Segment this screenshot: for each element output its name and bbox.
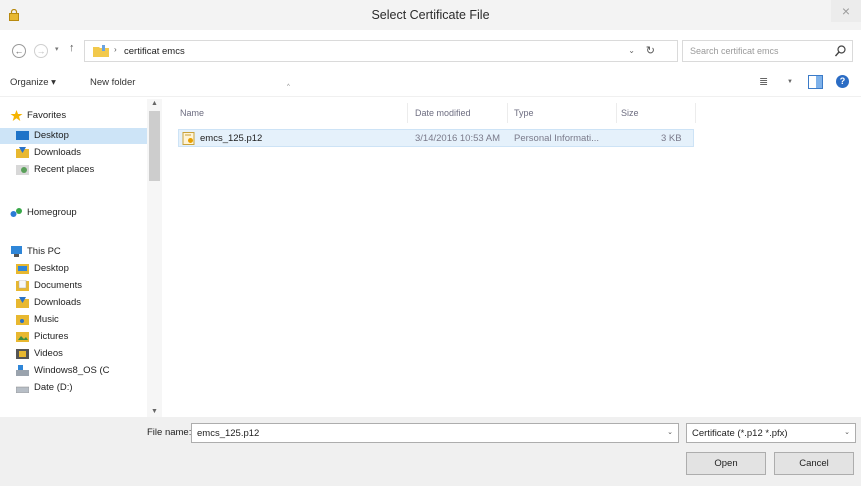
computer-icon <box>11 246 22 257</box>
preview-pane-icon[interactable] <box>808 75 823 89</box>
recent-locations-button[interactable]: ▾ <box>55 45 59 53</box>
sidebar-item-this-pc[interactable]: This PC <box>0 244 147 260</box>
sidebar-item-label: Homegroup <box>27 207 77 218</box>
sidebar-item-label: Recent places <box>34 164 95 175</box>
documents-icon <box>16 280 29 291</box>
sidebar-item-music[interactable]: Music <box>0 312 147 328</box>
homegroup-icon <box>10 208 22 217</box>
help-icon[interactable]: ? <box>836 75 849 88</box>
command-bar: Organize ▾ New folder ≣ ▼ ? <box>0 69 861 97</box>
address-dropdown-button[interactable]: ⌄ <box>628 46 635 55</box>
drive-icon <box>16 386 29 393</box>
file-list: Name Date modified Type Size emcs_125.p1… <box>170 99 861 417</box>
sidebar-item-d-drive[interactable]: Date (D:) <box>0 380 147 396</box>
music-icon <box>16 315 29 325</box>
sidebar-item-label: Pictures <box>34 331 69 342</box>
up-button[interactable]: ↑ <box>69 42 75 54</box>
address-row: ← → ▾ ↑ › certificat emcs ⌄ ↻ Search cer… <box>0 36 861 66</box>
column-header-name[interactable]: Name <box>180 108 204 118</box>
address-bar[interactable]: › certificat emcs ⌄ ↻ <box>84 40 678 62</box>
drive-icon <box>16 365 29 376</box>
file-type-filter-value: Certificate (*.p12 *.pfx) <box>692 428 788 439</box>
sort-indicator-icon: ^ <box>287 84 290 90</box>
view-dropdown-icon[interactable]: ▼ <box>787 79 793 85</box>
file-name-label: File name: <box>147 427 192 438</box>
sidebar-item-recent-places[interactable]: Recent places <box>0 162 147 178</box>
forward-button[interactable]: → <box>34 44 48 58</box>
breadcrumb-separator: › <box>114 45 117 54</box>
sidebar-item-label: Downloads <box>34 297 81 308</box>
file-row[interactable]: emcs_125.p12 3/14/2016 10:53 AM Personal… <box>178 129 694 147</box>
column-divider[interactable] <box>507 103 508 123</box>
sidebar-item-label: Date (D:) <box>34 382 73 393</box>
search-placeholder: Search certificat emcs <box>690 46 779 56</box>
sidebar-item-homegroup[interactable]: Homegroup <box>0 205 147 221</box>
column-header-type[interactable]: Type <box>514 108 534 118</box>
file-name-value: emcs_125.p12 <box>197 428 260 439</box>
scroll-down-icon[interactable]: ▼ <box>151 408 158 415</box>
file-name-field[interactable]: emcs_125.p12 ⌄ <box>191 423 679 443</box>
sidebar-item-label: Documents <box>34 280 83 291</box>
column-header-size[interactable]: Size <box>621 108 639 118</box>
change-view-icon[interactable]: ≣ <box>759 75 768 88</box>
sidebar-scrollbar[interactable]: ▲ ▼ <box>147 99 162 417</box>
downloads-icon <box>16 297 29 308</box>
refresh-button[interactable]: ↻ <box>646 44 655 57</box>
breadcrumb-current-folder[interactable]: certificat emcs <box>124 46 185 57</box>
sidebar-item-documents[interactable]: Documents <box>0 278 147 294</box>
new-folder-button[interactable]: New folder <box>90 77 135 88</box>
file-name: emcs_125.p12 <box>200 133 263 144</box>
chevron-down-icon[interactable]: ⌄ <box>844 428 850 436</box>
sidebar-item-label: Music <box>34 314 59 325</box>
column-header-date-modified[interactable]: Date modified <box>415 108 471 118</box>
videos-icon <box>16 349 29 359</box>
chevron-down-icon[interactable]: ⌄ <box>667 428 673 436</box>
sidebar-item-favorites[interactable]: Favorites <box>0 108 147 124</box>
sidebar-item-c-drive[interactable]: Windows8_OS (C <box>0 363 147 379</box>
star-icon <box>10 110 23 121</box>
sidebar-item-label: This PC <box>27 246 61 257</box>
window-title: Select Certificate File <box>371 8 490 22</box>
desktop-icon <box>16 131 29 140</box>
sidebar-item-pictures[interactable]: Pictures <box>0 329 147 345</box>
downloads-icon <box>16 147 29 158</box>
navigation-pane: Favorites Desktop Downloads Recent place… <box>0 99 162 417</box>
file-size: 3 KB <box>661 133 682 144</box>
search-input[interactable]: Search certificat emcs <box>682 40 853 62</box>
file-type: Personal Informati... <box>514 133 600 144</box>
folder-icon <box>93 45 109 57</box>
organize-menu-button[interactable]: Organize ▾ <box>10 77 56 88</box>
back-button[interactable]: ← <box>12 44 26 58</box>
file-type-filter-select[interactable]: Certificate (*.p12 *.pfx) ⌄ <box>686 423 856 443</box>
sidebar-item-pc-downloads[interactable]: Downloads <box>0 295 147 311</box>
sidebar-item-desktop[interactable]: Desktop <box>0 128 147 144</box>
scroll-thumb[interactable] <box>149 111 160 181</box>
column-divider[interactable] <box>407 103 408 123</box>
sidebar-item-label: Windows8_OS (C <box>34 365 110 376</box>
close-button[interactable]: × <box>831 0 861 22</box>
certificate-file-icon <box>182 132 195 145</box>
column-divider[interactable] <box>695 103 696 123</box>
sidebar-item-label: Downloads <box>34 147 81 158</box>
sidebar-item-label: Videos <box>34 348 63 359</box>
sidebar-item-label: Desktop <box>34 130 69 141</box>
scroll-up-icon[interactable]: ▲ <box>151 100 158 107</box>
search-icon <box>835 45 846 57</box>
sidebar-item-pc-desktop[interactable]: Desktop <box>0 261 147 277</box>
file-date-modified: 3/14/2016 10:53 AM <box>415 133 501 144</box>
cancel-button[interactable]: Cancel <box>774 452 854 475</box>
open-button[interactable]: Open <box>686 452 766 475</box>
sidebar-item-label: Favorites <box>27 110 67 121</box>
sidebar-item-videos[interactable]: Videos <box>0 346 147 362</box>
dialog-footer: File name: emcs_125.p12 ⌄ Certificate (*… <box>0 417 861 486</box>
sidebar-item-downloads[interactable]: Downloads <box>0 145 147 161</box>
sidebar-item-label: Desktop <box>34 263 69 274</box>
desktop-folder-icon <box>16 264 29 274</box>
pictures-icon <box>16 332 29 342</box>
recent-places-icon <box>16 165 29 175</box>
title-bar: Select Certificate File × <box>0 0 861 30</box>
column-divider[interactable] <box>616 103 617 123</box>
